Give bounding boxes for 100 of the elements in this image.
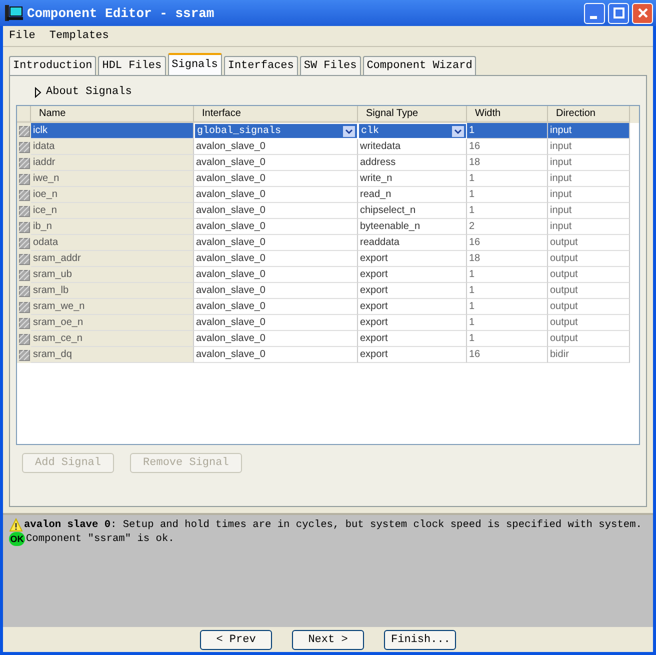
tab[interactable]: Interfaces [224, 56, 298, 75]
row-handle-icon [18, 190, 30, 200]
table-row[interactable]: sram_dq avalon_slave_0 export 16 bidir [17, 347, 639, 363]
table-cell: output [548, 267, 630, 283]
table-row[interactable]: odata avalon_slave_0 readdata 16 output [17, 235, 639, 251]
warning-icon [9, 518, 23, 532]
table-cell: output [548, 251, 630, 267]
table-cell: export [358, 299, 467, 315]
wizard-button[interactable]: Finish... [384, 630, 456, 650]
dropdown[interactable]: clk [358, 123, 467, 139]
row-handle-icon [18, 126, 30, 136]
tab[interactable]: Component Wizard [362, 56, 476, 75]
table-cell: sram_dq [31, 347, 194, 363]
table-cell: ib_n [31, 219, 194, 235]
table-cell: 1 [467, 203, 548, 219]
table-cell: 18 [467, 251, 548, 267]
wizard-button[interactable]: < Prev [200, 630, 272, 650]
table-cell: avalon_slave_0 [194, 267, 358, 283]
table-cell: iaddr [31, 155, 194, 171]
table-row[interactable]: ice_n avalon_slave_0 chipselect_n 1 input [17, 203, 639, 219]
minimize-icon [590, 16, 597, 18]
table-cell: avalon_slave_0 [194, 299, 358, 315]
table-cell: export [358, 251, 467, 267]
table-cell: avalon_slave_0 [194, 203, 358, 219]
close-button[interactable] [632, 2, 653, 24]
table-cell: input [548, 171, 630, 187]
table-cell: avalon_slave_0 [194, 331, 358, 347]
wizard-button[interactable]: Next > [292, 630, 364, 650]
table-cell: avalon_slave_0 [194, 347, 358, 363]
close-icon [636, 7, 648, 19]
table-cell: 1 [467, 187, 548, 203]
message-text: avalon slave 0: Setup and hold times are in cycles, but system clock speed is specified with system. [24, 519, 642, 531]
table-cell: avalon_slave_0 [194, 251, 358, 267]
table-cell: avalon_slave_0 [194, 139, 358, 155]
table-cell: input [548, 187, 630, 203]
about-toggle[interactable]: About Signals [34, 84, 640, 100]
table-cell: 16 [467, 235, 548, 251]
window-title: Component Editor - ssram [27, 6, 216, 20]
table-cell: output [548, 315, 630, 331]
row-handle-icon [18, 270, 30, 280]
row-handle-icon [18, 286, 30, 296]
table-row[interactable]: sram_ce_n avalon_slave_0 export 1 output [17, 331, 639, 347]
table-row[interactable]: sram_ub avalon_slave_0 export 1 output [17, 267, 639, 283]
table-cell: 1 [467, 299, 548, 315]
table-row[interactable]: iclk global_signals clk 1 input [17, 123, 639, 139]
menu-item[interactable]: File [9, 30, 36, 42]
table-cell: avalon_slave_0 [194, 155, 358, 171]
table-cell: output [548, 235, 630, 251]
table-row[interactable]: iwe_n avalon_slave_0 write_n 1 input [17, 171, 639, 187]
table-cell: avalon_slave_0 [194, 219, 358, 235]
table-cell: 1 [467, 267, 548, 283]
minimize-button[interactable] [584, 2, 605, 24]
table-cell: 2 [467, 219, 548, 235]
table-row[interactable]: iaddr avalon_slave_0 address 18 input [17, 155, 639, 171]
table-row[interactable]: sram_lb avalon_slave_0 export 1 output [17, 283, 639, 299]
table-cell: readdata [358, 235, 467, 251]
menu-item[interactable]: Templates [49, 30, 109, 42]
table-cell: sram_oe_n [31, 315, 194, 331]
tab[interactable]: HDL Files [98, 56, 166, 75]
table-cell: input [548, 203, 630, 219]
tab[interactable]: SW Files [300, 56, 361, 75]
table-row[interactable]: ioe_n avalon_slave_0 read_n 1 input [17, 187, 639, 203]
row-handle-icon [18, 350, 30, 360]
table-row[interactable]: sram_we_n avalon_slave_0 export 1 output [17, 299, 639, 315]
maximize-button[interactable] [608, 2, 629, 24]
expand-arrow-icon [34, 86, 42, 98]
table-cell: sram_we_n [31, 299, 194, 315]
table-cell: 1 [467, 123, 548, 139]
dropdown-arrow-icon [343, 126, 355, 136]
table-cell: input [548, 123, 630, 139]
app-icon [5, 5, 23, 21]
table-cell: 16 [467, 139, 548, 155]
table-cell: byteenable_n [358, 219, 467, 235]
table-cell: export [358, 315, 467, 331]
table-cell: bidir [548, 347, 630, 363]
table-cell: avalon_slave_0 [194, 235, 358, 251]
table-row[interactable]: idata avalon_slave_0 writedata 16 input [17, 139, 639, 155]
table-row[interactable]: sram_oe_n avalon_slave_0 export 1 output [17, 315, 639, 331]
tab[interactable]: Signals [168, 53, 222, 75]
tab[interactable]: Introduction [9, 56, 96, 75]
table-cell: output [548, 331, 630, 347]
table-cell: 16 [467, 347, 548, 363]
table-cell: write_n [358, 171, 467, 187]
table-cell: 1 [467, 331, 548, 347]
dropdown[interactable]: global_signals [194, 123, 358, 139]
table-cell: sram_ce_n [31, 331, 194, 347]
table-cell: output [548, 299, 630, 315]
table-row[interactable]: ib_n avalon_slave_0 byteenable_n 2 input [17, 219, 639, 235]
row-handle-icon [18, 158, 30, 168]
dropdown-arrow-icon [452, 126, 464, 136]
table-cell: avalon_slave_0 [194, 315, 358, 331]
row-handle-icon [18, 222, 30, 232]
row-handle-icon [18, 142, 30, 152]
table-cell: iwe_n [31, 171, 194, 187]
table-cell: idata [31, 139, 194, 155]
table-cell: read_n [358, 187, 467, 203]
table-cell: odata [31, 235, 194, 251]
table-row[interactable]: sram_addr avalon_slave_0 export 18 output [17, 251, 639, 267]
row-handle-icon [18, 238, 30, 248]
table-cell: chipselect_n [358, 203, 467, 219]
